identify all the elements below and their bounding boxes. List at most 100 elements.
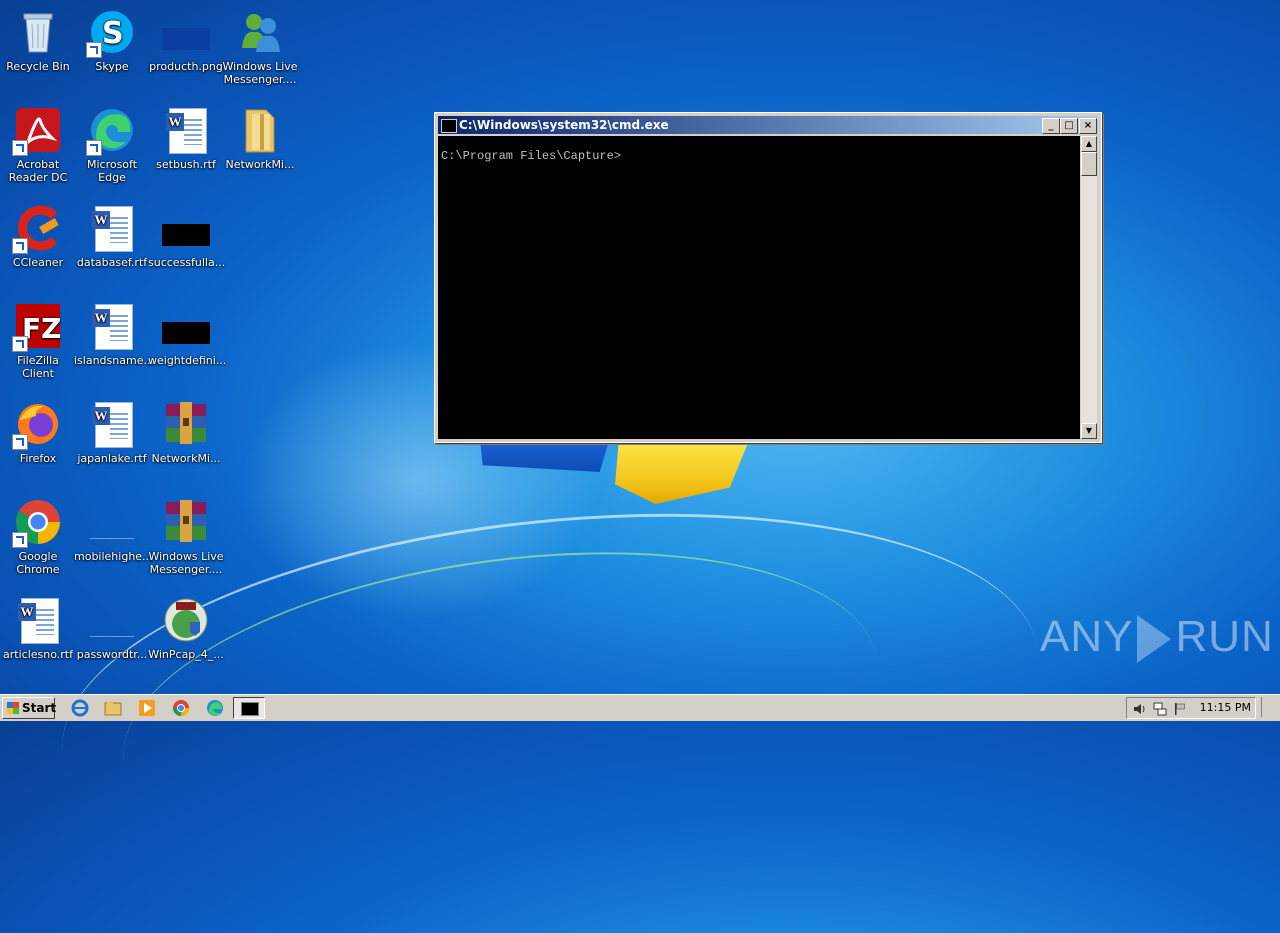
desktop-icon-setbush[interactable]: W setbush.rtf [148,106,224,171]
desktop-icon-chrome[interactable]: Google Chrome [0,498,76,576]
icon-label: WinPcap_4_... [148,648,224,661]
desktop-icon-recycle-bin[interactable]: Recycle Bin [0,8,76,73]
flag-icon[interactable] [1173,701,1187,715]
firefox-icon [12,400,62,450]
desktop-icon-ccleaner[interactable]: CCleaner [0,204,76,269]
icon-label: Recycle Bin [6,60,70,73]
desktop-icon-networkmi-archive[interactable]: NetworkMi... [148,400,224,465]
desktop-icon-edge[interactable]: Microsoft Edge [74,106,150,184]
icon-label: Skype [95,60,129,73]
system-tray: 11:15 PM [1126,697,1256,719]
shortcut-arrow-icon [12,238,28,254]
shortcut-arrow-icon [12,532,28,548]
play-icon [1137,615,1172,664]
clock[interactable]: 11:15 PM [1200,698,1251,718]
messenger-icon [236,8,284,56]
wallpaper-windows-logo-yellow [615,438,750,504]
edge-taskbar-icon[interactable] [206,699,224,717]
watermark-text-left: ANY [1040,612,1134,661]
desktop-icon-winpcap[interactable]: WinPcap_4_... [148,596,224,661]
word-document-icon: W [162,106,210,154]
icon-label: japanlake.rtf [77,452,147,465]
winrar-archive-icon [162,400,210,448]
blank-file-icon [88,498,136,546]
desktop-icon-weightdefini[interactable]: weightdefini... [148,302,227,367]
icon-label: NetworkMi... [225,158,295,171]
desktop-icon-skype[interactable]: S Skype [74,8,150,73]
desktop-icon-articlesno[interactable]: W articlesno.rtf [0,596,76,661]
chrome-icon [12,498,62,548]
maximize-button[interactable]: □ [1060,118,1078,134]
icon-label: databasef.rtf [76,256,148,269]
desktop-icon-mobilehighe[interactable]: mobilehighe... [74,498,153,563]
desktop-icon-networkmi-folder[interactable]: NetworkMi... [222,106,298,171]
scroll-thumb[interactable] [1081,152,1097,176]
desktop-icon-acrobat[interactable]: Acrobat Reader DC [0,106,76,184]
file-explorer-icon[interactable] [104,699,122,717]
word-document-icon: W [88,302,136,350]
desktop-icon-firefox[interactable]: Firefox [0,400,76,465]
edge-icon [86,106,136,156]
shortcut-arrow-icon [12,140,28,156]
icon-label: weightdefini... [148,354,227,367]
internet-explorer-icon[interactable] [71,699,89,717]
command-prompt: C:\Program Files\Capture> [441,149,622,163]
vertical-scrollbar[interactable]: ▲ ▼ [1081,136,1097,439]
anyrun-watermark: ANY RUN [1040,612,1274,664]
media-player-icon[interactable] [138,699,156,717]
icon-label: producth.png [149,60,223,73]
icon-label: islandsname... [74,354,154,367]
icon-label: Google Chrome [16,550,60,576]
cmd-icon [241,702,259,716]
scroll-down-button[interactable]: ▼ [1081,423,1097,439]
shortcut-arrow-icon [12,434,28,450]
desktop-icon-successfulla[interactable]: successfulla... [148,204,225,269]
image-thumbnail-icon [162,302,210,350]
desktop-icon-windows-live-messenger[interactable]: Windows Live Messenger.... [222,8,298,86]
volume-icon[interactable] [1133,701,1147,715]
cmd-window[interactable]: C:\Windows\system32\cmd.exe _ □ × C:\Pro… [434,112,1102,443]
winrar-archive-icon [162,498,210,546]
icon-label: Acrobat Reader DC [8,158,68,184]
cmd-taskbar-button[interactable] [233,697,265,719]
svg-text:S: S [102,16,124,51]
cmd-title-bar[interactable]: C:\Windows\system32\cmd.exe _ □ × [438,116,1098,134]
icon-label: Windows Live Messenger.... [148,550,224,576]
icon-label: Microsoft Edge [86,158,138,184]
desktop-icon-filezilla[interactable]: FZ FileZilla Client [0,302,76,380]
folder-icon [236,106,284,154]
skype-icon: S [86,8,136,58]
image-thumbnail-icon [162,204,210,252]
shortcut-arrow-icon [12,336,28,352]
desktop-icon-japanlake[interactable]: W japanlake.rtf [74,400,150,465]
word-document-icon: W [88,400,136,448]
start-label: Start [22,701,57,715]
icon-label: CCleaner [12,256,64,269]
windows-flag-icon [7,702,19,714]
desktop-icon-islandsname[interactable]: W islandsname... [74,302,154,367]
shortcut-arrow-icon [86,42,102,58]
scroll-up-button[interactable]: ▲ [1081,136,1097,152]
show-desktop-button[interactable] [1261,697,1278,717]
recycle-bin-icon [14,8,62,56]
console-output[interactable]: C:\Program Files\Capture> [438,136,1080,439]
desktop-icon-databasef[interactable]: W databasef.rtf [74,204,150,269]
watermark-text-right: RUN [1175,612,1274,661]
chrome-taskbar-icon[interactable] [172,699,190,717]
start-button[interactable]: Start [2,697,57,719]
filezilla-icon: FZ [12,302,62,352]
minimize-button[interactable]: _ [1042,118,1060,134]
cmd-window-title: C:\Windows\system32\cmd.exe [459,118,669,132]
desktop-icon-producth[interactable]: producth.png [148,8,224,73]
shortcut-arrow-icon [86,140,102,156]
icon-label: setbush.rtf [156,158,216,171]
desktop-icon-passwordtr[interactable]: passwordtr... [74,596,150,661]
ccleaner-icon [12,204,62,254]
desktop-icon-windows-live-archive[interactable]: Windows Live Messenger.... [148,498,224,576]
icon-label: NetworkMi... [151,452,221,465]
network-icon[interactable] [1153,701,1167,716]
close-button[interactable]: × [1079,118,1097,134]
cmd-app-icon [441,119,457,133]
word-document-icon: W [14,596,62,644]
acrobat-icon [12,106,62,156]
